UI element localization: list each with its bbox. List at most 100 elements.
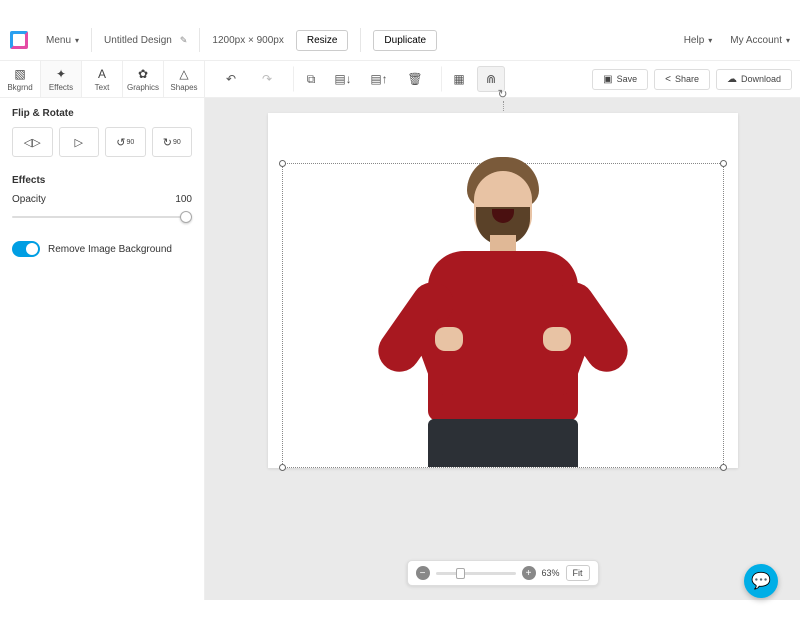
tool-tabs: ▧ Bkgrnd ✦ Effects A Text ✿ Graphics △ Shapes	[0, 61, 205, 97]
canvas-image[interactable]	[383, 157, 623, 467]
flip-rotate-heading: Flip & Rotate	[12, 108, 192, 119]
share-button[interactable]: < Share	[654, 69, 710, 90]
cloud-download-icon: ☁	[727, 74, 737, 85]
opacity-slider[interactable]	[12, 209, 192, 225]
layer-down-button[interactable]: ▤↓	[329, 66, 357, 92]
flip-vertical-button[interactable]: ▷	[59, 127, 100, 157]
chevron-down-icon: ▾	[75, 36, 79, 45]
trash-icon: 🗑	[407, 72, 422, 86]
account-label: My Account	[730, 35, 782, 46]
menu-label: Menu	[46, 35, 71, 46]
redo-button[interactable]: ↷	[253, 66, 281, 92]
grid-button[interactable]: ▦	[441, 66, 469, 92]
canvas[interactable]: ↻	[268, 113, 738, 468]
effects-heading: Effects	[12, 175, 192, 186]
copy-button[interactable]: ⧉	[293, 66, 321, 92]
download-button[interactable]: ☁ Download	[716, 69, 792, 90]
resize-button[interactable]: Resize	[296, 30, 349, 51]
help-fab[interactable]: 💬	[744, 564, 778, 598]
top-header: Menu ▾ Untitled Design ✎ 1200px × 900px …	[0, 20, 800, 60]
tab-graphics[interactable]: ✿ Graphics	[123, 61, 164, 97]
rotate-left-badge: 90	[126, 139, 134, 146]
grid-icon: ▦	[453, 72, 464, 86]
tab-shapes[interactable]: △ Shapes	[164, 61, 205, 97]
chevron-down-icon: ▾	[708, 36, 712, 45]
undo-button[interactable]: ↶	[217, 66, 245, 92]
tab-effects[interactable]: ✦ Effects	[41, 61, 82, 97]
delete-button[interactable]: 🗑	[401, 66, 429, 92]
share-icon: <	[665, 74, 671, 85]
magnet-icon: ⋒	[486, 72, 496, 86]
divider	[360, 28, 361, 52]
sidebar-panel: Flip & Rotate ◁▷ ▷ ↺90 ↻90 Effects Opaci…	[0, 98, 205, 600]
rotate-right-badge: 90	[173, 139, 181, 146]
account-dropdown[interactable]: My Account ▾	[730, 35, 790, 46]
canvas-wrap: ↻ −	[205, 98, 800, 600]
help-label: Help	[684, 35, 705, 46]
flip-rotate-row: ◁▷ ▷ ↺90 ↻90	[12, 127, 192, 157]
chevron-down-icon: ▾	[786, 36, 790, 45]
handle-bottom-right[interactable]	[720, 464, 727, 471]
tab-label: Text	[95, 83, 110, 92]
design-title: Untitled Design	[104, 35, 172, 46]
slider-thumb[interactable]	[180, 211, 192, 223]
duplicate-button[interactable]: Duplicate	[373, 30, 437, 51]
rotate-right-icon: ↻	[163, 136, 172, 149]
slider-track	[12, 216, 192, 218]
handle-top-right[interactable]	[720, 160, 727, 167]
save-label: Save	[617, 74, 638, 84]
tab-label: Effects	[49, 83, 73, 92]
layer-up-button[interactable]: ▤↑	[365, 66, 393, 92]
menu-dropdown[interactable]: Menu ▾	[46, 35, 79, 46]
opacity-value: 100	[175, 194, 192, 205]
flip-v-icon: ▷	[75, 136, 83, 149]
handle-top-left[interactable]	[279, 160, 286, 167]
stack-down-icon: ▤↓	[334, 72, 351, 86]
main-area: Flip & Rotate ◁▷ ▷ ↺90 ↻90 Effects Opaci…	[0, 98, 800, 600]
pencil-icon: ✎	[180, 35, 188, 46]
wand-icon: ✦	[56, 67, 66, 81]
zoom-in-button[interactable]: +	[521, 566, 535, 580]
flip-horizontal-button[interactable]: ◁▷	[12, 127, 53, 157]
rotate-handle[interactable]: ↻	[497, 87, 507, 101]
opacity-row: Opacity 100	[12, 194, 192, 205]
app-logo	[10, 31, 28, 49]
rotate-right-button[interactable]: ↻90	[152, 127, 193, 157]
remove-bg-label: Remove Image Background	[48, 244, 172, 255]
graphics-icon: ✿	[138, 67, 148, 81]
toggle-knob	[26, 243, 38, 255]
save-button[interactable]: ▣ Save	[592, 69, 648, 90]
chat-icon: 💬	[751, 571, 771, 591]
zoom-bar: − + 63% Fit	[406, 560, 598, 586]
flip-h-icon: ◁▷	[24, 136, 41, 149]
tool-tabs-row: ▧ Bkgrnd ✦ Effects A Text ✿ Graphics △ Shapes…	[0, 60, 800, 98]
rotate-left-button[interactable]: ↺90	[105, 127, 146, 157]
zoom-fit-button[interactable]: Fit	[566, 565, 590, 581]
handle-bottom-left[interactable]	[279, 464, 286, 471]
undo-icon: ↶	[226, 72, 236, 86]
tab-label: Shapes	[170, 83, 197, 92]
divider	[91, 28, 92, 52]
selection-box[interactable]	[282, 163, 724, 468]
opacity-label: Opacity	[12, 194, 46, 205]
tab-bkgrnd[interactable]: ▧ Bkgrnd	[0, 61, 41, 97]
save-icon: ▣	[603, 74, 612, 85]
zoom-out-button[interactable]: −	[415, 566, 429, 580]
zoom-thumb[interactable]	[455, 568, 464, 579]
copy-icon: ⧉	[307, 72, 316, 87]
remove-bg-row: Remove Image Background	[12, 241, 192, 257]
design-title-edit[interactable]: Untitled Design ✎	[104, 35, 187, 46]
redo-icon: ↷	[262, 72, 272, 86]
share-label: Share	[675, 74, 699, 84]
download-label: Download	[741, 74, 781, 84]
zoom-slider[interactable]	[435, 572, 515, 575]
shapes-icon: △	[179, 67, 188, 81]
remove-bg-toggle[interactable]	[12, 241, 40, 257]
zoom-value: 63%	[541, 568, 559, 578]
tab-label: Bkgrnd	[7, 83, 32, 92]
help-dropdown[interactable]: Help ▾	[684, 35, 713, 46]
tab-label: Graphics	[127, 83, 159, 92]
text-icon: A	[98, 67, 106, 81]
image-icon: ▧	[14, 67, 25, 81]
tab-text[interactable]: A Text	[82, 61, 123, 97]
